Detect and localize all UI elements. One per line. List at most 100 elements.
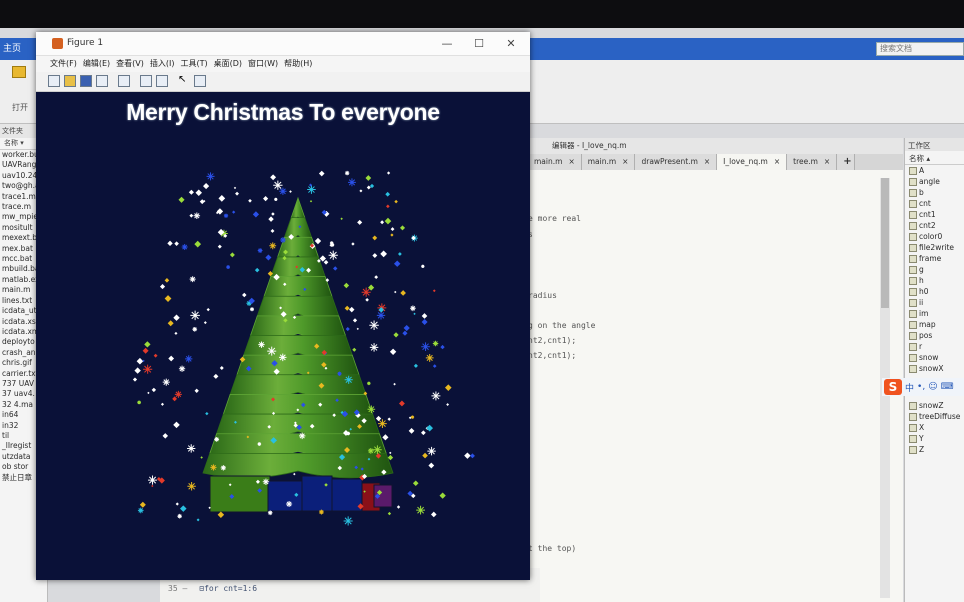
editor-tab[interactable]: main.m × (528, 154, 582, 170)
close-button[interactable]: ✕ (502, 36, 520, 52)
workspace-variable[interactable]: Z (905, 444, 964, 455)
new-figure-icon[interactable] (48, 75, 60, 87)
variable-name: cnt (919, 199, 931, 208)
close-tab-icon[interactable]: × (568, 157, 574, 166)
code-area[interactable]: e more real s radius g on the angle nt2,cnt1… (528, 178, 888, 598)
figure-canvas[interactable]: Merry Christmas To everyone (36, 93, 530, 580)
snowflake (280, 237, 286, 243)
workspace-variable[interactable]: treeDiffuse (905, 411, 964, 422)
insert-colorbar-icon[interactable] (156, 75, 168, 87)
punctuation-icon[interactable]: •, (917, 382, 925, 392)
minimize-button[interactable]: — (438, 36, 456, 52)
snowflake (393, 332, 399, 338)
figure-titlebar[interactable]: Figure 1 — ☐ ✕ (36, 32, 530, 56)
workspace-variable[interactable]: cnt2 (905, 220, 964, 231)
snowflake (220, 465, 226, 471)
workspace-variable[interactable]: h0 (905, 286, 964, 297)
workspace-variable[interactable]: g (905, 264, 964, 275)
snowflake (359, 189, 363, 193)
menu-file[interactable]: 文件(F) (50, 56, 77, 72)
chinese-mode-icon[interactable]: 中 (905, 381, 914, 394)
workspace-variable[interactable]: angle (905, 176, 964, 187)
close-tab-icon[interactable]: × (622, 157, 628, 166)
snowflake (390, 233, 394, 237)
snowflake (427, 446, 436, 456)
workspace-variable[interactable]: map (905, 319, 964, 330)
menu-tools[interactable]: 工具(T) (180, 56, 207, 72)
emoji-icon[interactable]: ☺ (928, 382, 937, 392)
pointer-icon[interactable]: ↖ (178, 75, 190, 87)
open-button-label[interactable]: 打开 (12, 102, 28, 113)
snowflake (375, 415, 382, 422)
workspace-name-column[interactable]: 名称 ▴ (905, 151, 964, 165)
editor-tab[interactable]: main.m × (581, 154, 636, 170)
editor-tab[interactable]: I_love_nq.m × (717, 154, 788, 170)
workspace-variable[interactable]: ii (905, 297, 964, 308)
snowflake (340, 217, 343, 220)
close-tab-icon[interactable]: × (704, 157, 710, 166)
plot-tools-icon[interactable] (194, 75, 206, 87)
matlab-logo-icon (52, 38, 63, 49)
variable-name: r (919, 342, 923, 351)
workspace-variable[interactable]: im (905, 308, 964, 319)
workspace-variable[interactable]: snow (905, 352, 964, 363)
open-folder-icon[interactable] (12, 66, 26, 78)
link-plot-icon[interactable] (140, 75, 152, 87)
snowflake (403, 324, 410, 332)
add-tab-button[interactable]: + (837, 154, 856, 170)
menu-edit[interactable]: 编辑(E) (83, 56, 110, 72)
workspace-variable[interactable]: snowX (905, 363, 964, 374)
menu-help[interactable]: 帮助(H) (284, 56, 312, 72)
save-icon[interactable] (80, 75, 92, 87)
menu-window[interactable]: 窗口(W) (248, 56, 278, 72)
code-line: radius (528, 291, 557, 300)
editor-tab[interactable]: tree.m × (787, 154, 838, 170)
snowflake (394, 199, 398, 204)
snowflake (195, 189, 203, 197)
workspace-variable[interactable]: file2write (905, 242, 964, 253)
snowflake (333, 266, 338, 271)
workspace-variable[interactable]: cnt1 (905, 209, 964, 220)
snowflake (389, 451, 392, 455)
search-documentation-input[interactable]: 搜索文档 (876, 42, 964, 56)
editor-tab[interactable]: drawPresent.m × (635, 154, 718, 170)
matrix-icon (909, 188, 917, 197)
workspace-variable[interactable]: X (905, 422, 964, 433)
figure-window: Figure 1 — ☐ ✕ 文件(F) 编辑(E) 查看(V) 插入(I) 工… (36, 32, 530, 580)
open-file-icon[interactable] (64, 75, 76, 87)
close-tab-icon[interactable]: × (774, 157, 780, 166)
snowflake (386, 171, 391, 175)
snowflake (217, 244, 222, 249)
ime-toolbar[interactable]: S 中 •, ☺ ⌨ (882, 378, 964, 396)
scrollbar-thumb[interactable] (881, 178, 889, 308)
menu-view[interactable]: 查看(V) (116, 56, 144, 72)
workspace-variable[interactable]: frame (905, 253, 964, 264)
variable-name: pos (919, 331, 933, 340)
sogou-logo-icon[interactable]: S (884, 379, 902, 395)
workspace-variable[interactable]: h (905, 275, 964, 286)
snowflake (432, 289, 436, 293)
menu-desktop[interactable]: 桌面(D) (214, 56, 242, 72)
snowflake (439, 492, 446, 499)
close-tab-icon[interactable]: × (824, 157, 830, 166)
matrix-icon (909, 287, 917, 296)
snowflake (139, 501, 146, 508)
tab-home[interactable]: 主页 (0, 41, 30, 57)
workspace-variable[interactable]: Y (905, 433, 964, 444)
menu-insert[interactable]: 插入(I) (150, 56, 175, 72)
workspace-variable[interactable]: r (905, 341, 964, 352)
workspace-variable[interactable]: color0 (905, 231, 964, 242)
snowflake (233, 186, 237, 190)
keyboard-icon[interactable]: ⌨ (941, 382, 954, 392)
christmas-tree-plot (132, 170, 475, 526)
workspace-variable[interactable]: b (905, 187, 964, 198)
snowflake (223, 213, 229, 218)
workspace-variable[interactable]: cnt (905, 198, 964, 209)
maximize-button[interactable]: ☐ (470, 36, 488, 52)
print-icon[interactable] (96, 75, 108, 87)
workspace-variable[interactable]: A (905, 165, 964, 176)
matrix-icon (909, 412, 917, 421)
zoom-icon[interactable] (118, 75, 130, 87)
workspace-variable[interactable]: snowZ (905, 400, 964, 411)
workspace-variable[interactable]: pos (905, 330, 964, 341)
